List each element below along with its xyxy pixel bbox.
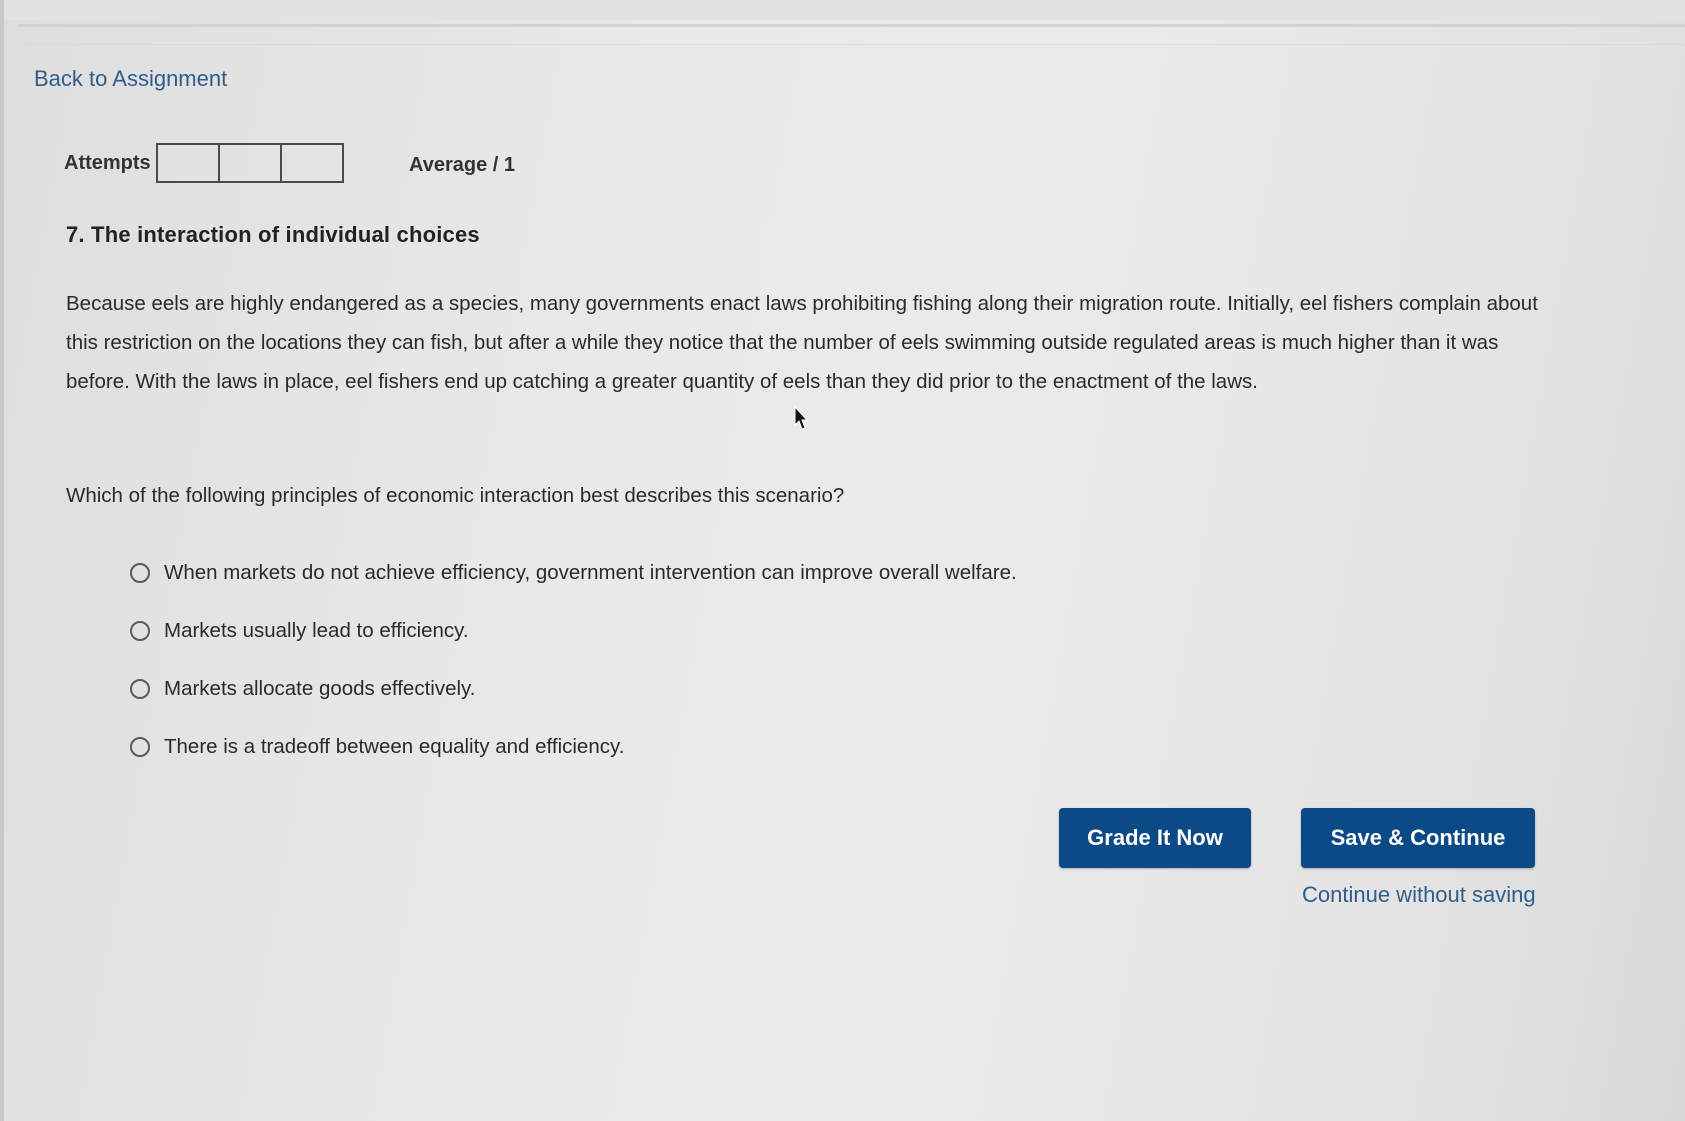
answer-option-label: Markets usually lead to efficiency.	[164, 619, 469, 642]
radio-button[interactable]	[130, 679, 150, 699]
answer-options: When markets do not achieve efficiency, …	[130, 544, 1017, 776]
save-and-continue-button[interactable]: Save & Continue	[1301, 808, 1535, 868]
attempt-box	[218, 143, 282, 183]
grade-it-now-button[interactable]: Grade It Now	[1059, 808, 1251, 868]
header-divider	[18, 24, 1685, 27]
answer-option-label: There is a tradeoff between equality and…	[164, 735, 625, 758]
radio-button[interactable]	[130, 737, 150, 757]
question-prompt: Which of the following principles of eco…	[66, 484, 845, 507]
attempts-indicator	[156, 143, 344, 183]
answer-option-label: Markets allocate goods effectively.	[164, 677, 476, 700]
answer-option-label: When markets do not achieve efficiency, …	[164, 561, 1017, 584]
window-edge	[0, 0, 4, 1121]
radio-button[interactable]	[130, 563, 150, 583]
answer-option[interactable]: There is a tradeoff between equality and…	[130, 718, 1017, 776]
back-to-assignment-link[interactable]: Back to Assignment	[34, 66, 227, 92]
average-score: Average / 1	[409, 154, 515, 176]
attempts-label: Attempts	[64, 152, 151, 174]
answer-option[interactable]: When markets do not achieve efficiency, …	[130, 544, 1017, 602]
header-divider-secondary	[18, 44, 1685, 45]
question-title: 7. The interaction of individual choices	[66, 222, 480, 247]
attempt-box	[156, 143, 220, 183]
question-scenario: Because eels are highly endangered as a …	[66, 292, 1538, 393]
answer-option[interactable]: Markets usually lead to efficiency.	[130, 602, 1017, 660]
answer-option[interactable]: Markets allocate goods effectively.	[130, 660, 1017, 718]
mouse-cursor-icon	[794, 406, 808, 430]
continue-without-saving-link[interactable]: Continue without saving	[1302, 882, 1536, 908]
top-strip	[0, 0, 1685, 20]
attempt-box	[280, 143, 344, 183]
radio-button[interactable]	[130, 621, 150, 641]
